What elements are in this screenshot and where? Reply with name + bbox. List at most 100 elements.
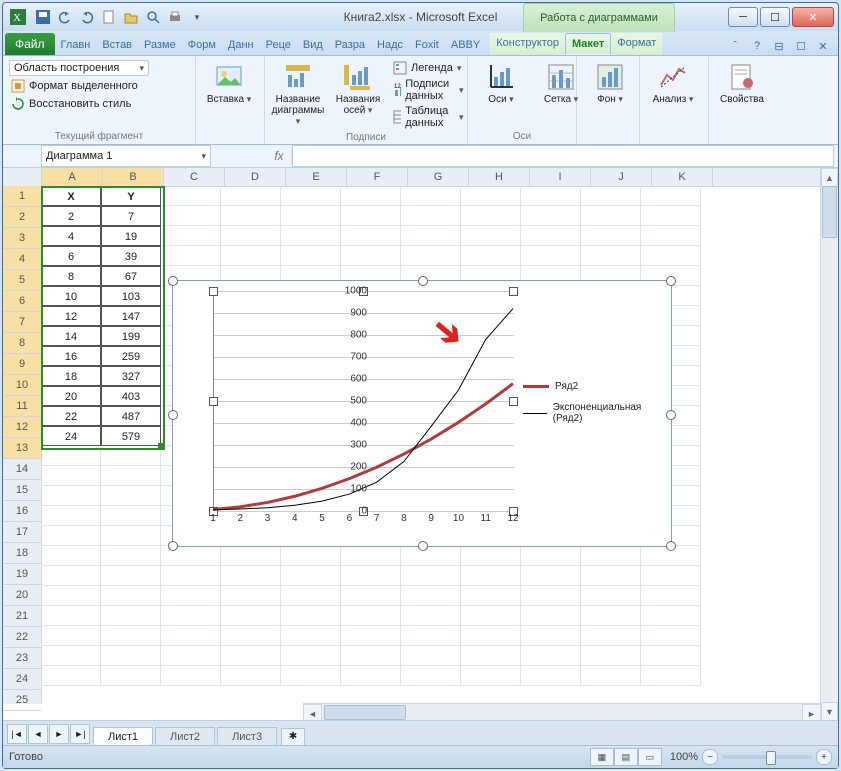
cell[interactable] bbox=[341, 246, 401, 266]
cell[interactable] bbox=[281, 546, 341, 566]
open-icon[interactable] bbox=[121, 7, 141, 27]
cell[interactable]: 199 bbox=[101, 326, 161, 346]
cell[interactable]: 24 bbox=[41, 426, 101, 446]
tab-nav-next-icon[interactable]: ► bbox=[49, 724, 69, 744]
scroll-down-icon[interactable]: ▼ bbox=[821, 702, 838, 721]
legend-button[interactable]: Легенда▾ bbox=[391, 60, 465, 76]
cell[interactable] bbox=[41, 646, 101, 666]
cell[interactable]: 103 bbox=[101, 286, 161, 306]
cell[interactable] bbox=[221, 226, 281, 246]
cell[interactable] bbox=[401, 226, 461, 246]
cell[interactable] bbox=[341, 566, 401, 586]
view-normal-icon[interactable]: ▦ bbox=[590, 748, 614, 766]
column-header[interactable]: G bbox=[408, 168, 469, 186]
cell[interactable] bbox=[641, 626, 701, 646]
cell[interactable]: 259 bbox=[101, 346, 161, 366]
cell[interactable] bbox=[341, 666, 401, 686]
cell[interactable]: 487 bbox=[101, 406, 161, 426]
cell[interactable] bbox=[341, 206, 401, 226]
ribbon-tab[interactable]: Разме bbox=[138, 35, 182, 55]
cell[interactable] bbox=[461, 206, 521, 226]
ribbon-tab-chart-tools[interactable]: Конструктор bbox=[490, 33, 565, 55]
cell[interactable] bbox=[521, 226, 581, 246]
cell[interactable] bbox=[401, 246, 461, 266]
cell[interactable] bbox=[401, 566, 461, 586]
column-header[interactable]: K bbox=[652, 168, 713, 186]
new-sheet-button[interactable]: ✱ bbox=[281, 728, 305, 746]
scroll-thumb-h[interactable] bbox=[324, 705, 406, 720]
cell[interactable]: 14 bbox=[41, 326, 101, 346]
cell[interactable] bbox=[101, 466, 161, 486]
zoom-out-button[interactable]: − bbox=[702, 749, 718, 765]
cell[interactable] bbox=[281, 606, 341, 626]
row-header[interactable]: 1 bbox=[3, 186, 41, 207]
cell[interactable]: 4 bbox=[41, 226, 101, 246]
ribbon-tab[interactable]: ABBY bbox=[445, 35, 486, 55]
horizontal-scrollbar[interactable]: ◄ ► bbox=[303, 703, 821, 721]
cell[interactable] bbox=[341, 226, 401, 246]
close-workbook-icon[interactable]: ✕ bbox=[814, 37, 832, 55]
cell[interactable] bbox=[281, 626, 341, 646]
cell[interactable] bbox=[641, 206, 701, 226]
cell[interactable] bbox=[281, 206, 341, 226]
cell[interactable] bbox=[101, 446, 161, 466]
cell[interactable] bbox=[401, 646, 461, 666]
row-header[interactable]: 7 bbox=[3, 312, 41, 333]
cell[interactable] bbox=[401, 606, 461, 626]
column-header[interactable]: B bbox=[103, 168, 164, 186]
cell[interactable] bbox=[221, 566, 281, 586]
row-header[interactable]: 23 bbox=[3, 648, 41, 669]
cell[interactable] bbox=[581, 206, 641, 226]
cell[interactable] bbox=[41, 446, 101, 466]
zoom-slider[interactable] bbox=[722, 755, 812, 759]
row-header[interactable]: 13 bbox=[3, 438, 41, 459]
cell[interactable] bbox=[221, 646, 281, 666]
cell[interactable] bbox=[581, 246, 641, 266]
row-header[interactable]: 12 bbox=[3, 417, 41, 438]
cell[interactable]: 327 bbox=[101, 366, 161, 386]
cell[interactable] bbox=[41, 506, 101, 526]
cell[interactable] bbox=[101, 506, 161, 526]
cell[interactable] bbox=[101, 626, 161, 646]
cell[interactable] bbox=[461, 646, 521, 666]
cell[interactable]: 7 bbox=[101, 206, 161, 226]
cell[interactable] bbox=[221, 606, 281, 626]
reset-style-button[interactable]: Восстановить стиль bbox=[9, 96, 133, 112]
ribbon-tab[interactable]: Вид bbox=[297, 35, 329, 55]
cell[interactable]: 10 bbox=[41, 286, 101, 306]
cell[interactable]: 39 bbox=[101, 246, 161, 266]
cell[interactable] bbox=[161, 226, 221, 246]
cell[interactable] bbox=[41, 606, 101, 626]
row-header[interactable]: 6 bbox=[3, 291, 41, 312]
cell[interactable] bbox=[41, 586, 101, 606]
cell[interactable] bbox=[461, 666, 521, 686]
cell[interactable] bbox=[521, 666, 581, 686]
cell[interactable]: 403 bbox=[101, 386, 161, 406]
cell[interactable] bbox=[41, 546, 101, 566]
cell[interactable] bbox=[41, 626, 101, 646]
insert-button[interactable]: Вставка ▾ bbox=[202, 60, 256, 107]
undo-icon[interactable] bbox=[55, 7, 75, 27]
view-page-break-icon[interactable]: ▭ bbox=[638, 748, 662, 766]
cell[interactable] bbox=[41, 566, 101, 586]
cell[interactable] bbox=[161, 206, 221, 226]
scroll-left-icon[interactable]: ◄ bbox=[303, 704, 322, 721]
cell[interactable] bbox=[221, 626, 281, 646]
cell[interactable] bbox=[221, 186, 281, 206]
help-icon[interactable]: ? bbox=[748, 37, 766, 55]
cell[interactable] bbox=[641, 586, 701, 606]
cell[interactable]: 16 bbox=[41, 346, 101, 366]
cell[interactable] bbox=[461, 626, 521, 646]
ribbon-tab[interactable]: Главн bbox=[55, 35, 97, 55]
format-selection-button[interactable]: Формат выделенного bbox=[9, 78, 140, 94]
row-header[interactable]: 16 bbox=[3, 501, 41, 522]
cell[interactable] bbox=[41, 466, 101, 486]
cell[interactable] bbox=[581, 586, 641, 606]
cell[interactable]: 6 bbox=[41, 246, 101, 266]
cell[interactable] bbox=[641, 226, 701, 246]
tab-nav-last-icon[interactable]: ►| bbox=[70, 724, 90, 744]
sheet-tab[interactable]: Лист3 bbox=[217, 727, 277, 746]
cell[interactable]: 579 bbox=[101, 426, 161, 446]
cell[interactable] bbox=[341, 186, 401, 206]
cell[interactable] bbox=[461, 186, 521, 206]
